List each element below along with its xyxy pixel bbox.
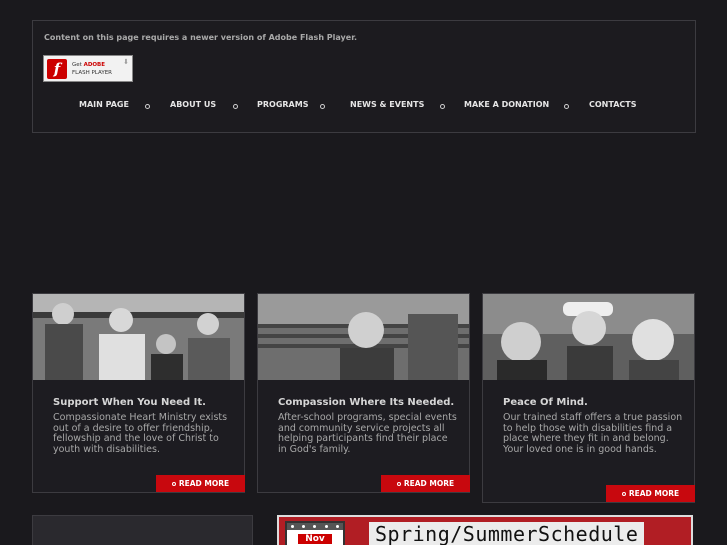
nav-separator-icon bbox=[440, 104, 445, 109]
circle-bullet-icon bbox=[621, 491, 626, 496]
circle-bullet-icon bbox=[171, 481, 176, 486]
flash-badge-prefix: Get bbox=[72, 61, 84, 68]
card-body: After-school programs, special events an… bbox=[278, 412, 457, 455]
card-photo bbox=[483, 294, 694, 380]
flash-logo-icon: f bbox=[47, 58, 67, 79]
nav-item-programs[interactable]: PROGRAMS bbox=[257, 100, 308, 109]
friends-photo-image bbox=[483, 294, 694, 380]
calendar-rings bbox=[287, 523, 343, 530]
feature-card-compassion: Compassion Where Its Needed. After-schoo… bbox=[257, 293, 470, 493]
feature-card-peace: Peace Of Mind. Our trained staff offers … bbox=[482, 293, 695, 503]
card-body: Our trained staff offers a true passion … bbox=[503, 412, 683, 455]
flash-badge-line2: FLASH PLAYER bbox=[72, 69, 112, 76]
nav-item-contacts[interactable]: CONTACTS bbox=[589, 100, 636, 109]
card-title: Support When You Need It. bbox=[53, 397, 206, 408]
calendar-month: Nov bbox=[298, 534, 332, 544]
calendar-icon: Nov bbox=[285, 521, 345, 545]
flash-message: Content on this page requires a newer ve… bbox=[44, 33, 358, 42]
bottom-left-panel bbox=[32, 515, 253, 545]
nav-separator-icon bbox=[233, 104, 238, 109]
banner-title: Spring/SummerSchedule bbox=[369, 522, 645, 545]
read-more-label: READ MORE bbox=[178, 479, 230, 488]
card-title: Compassion Where Its Needed. bbox=[278, 397, 455, 408]
get-flash-player-button[interactable]: f Get ADOBE FLASH PLAYER ⬇ bbox=[43, 55, 133, 82]
main-nav: MAIN PAGE ABOUT US PROGRAMS NEWS & EVENT… bbox=[33, 100, 697, 114]
header-box: Content on this page requires a newer ve… bbox=[32, 20, 696, 133]
download-arrow-icon: ⬇ bbox=[123, 58, 129, 66]
read-more-label: READ MORE bbox=[403, 479, 455, 488]
nav-item-news-events[interactable]: NEWS & EVENTS bbox=[350, 100, 424, 109]
nav-item-make-a-donation[interactable]: MAKE A DONATION bbox=[464, 100, 549, 109]
read-more-button[interactable]: READ MORE bbox=[381, 475, 470, 492]
read-more-button[interactable]: READ MORE bbox=[156, 475, 245, 492]
nav-separator-icon bbox=[564, 104, 569, 109]
read-more-label: READ MORE bbox=[628, 489, 680, 498]
nav-item-about-us[interactable]: ABOUT US bbox=[170, 100, 216, 109]
schedule-banner[interactable]: Nov Spring/SummerSchedule bbox=[277, 515, 693, 545]
card-title: Peace Of Mind. bbox=[503, 397, 588, 408]
card-photo bbox=[33, 294, 244, 380]
card-body: Compassionate Heart Ministry exists out … bbox=[53, 412, 228, 455]
group-photo-image bbox=[33, 294, 244, 380]
nav-separator-icon bbox=[145, 104, 150, 109]
circle-bullet-icon bbox=[396, 481, 401, 486]
nav-separator-icon bbox=[320, 104, 325, 109]
card-photo bbox=[258, 294, 469, 380]
boy-photo-image bbox=[258, 294, 469, 380]
flash-badge-text: Get ADOBE FLASH PLAYER bbox=[72, 61, 112, 77]
flash-badge-brand: ADOBE bbox=[83, 61, 106, 68]
nav-item-main-page[interactable]: MAIN PAGE bbox=[79, 100, 129, 109]
read-more-button[interactable]: READ MORE bbox=[606, 485, 695, 502]
feature-card-support: Support When You Need It. Compassionate … bbox=[32, 293, 245, 493]
